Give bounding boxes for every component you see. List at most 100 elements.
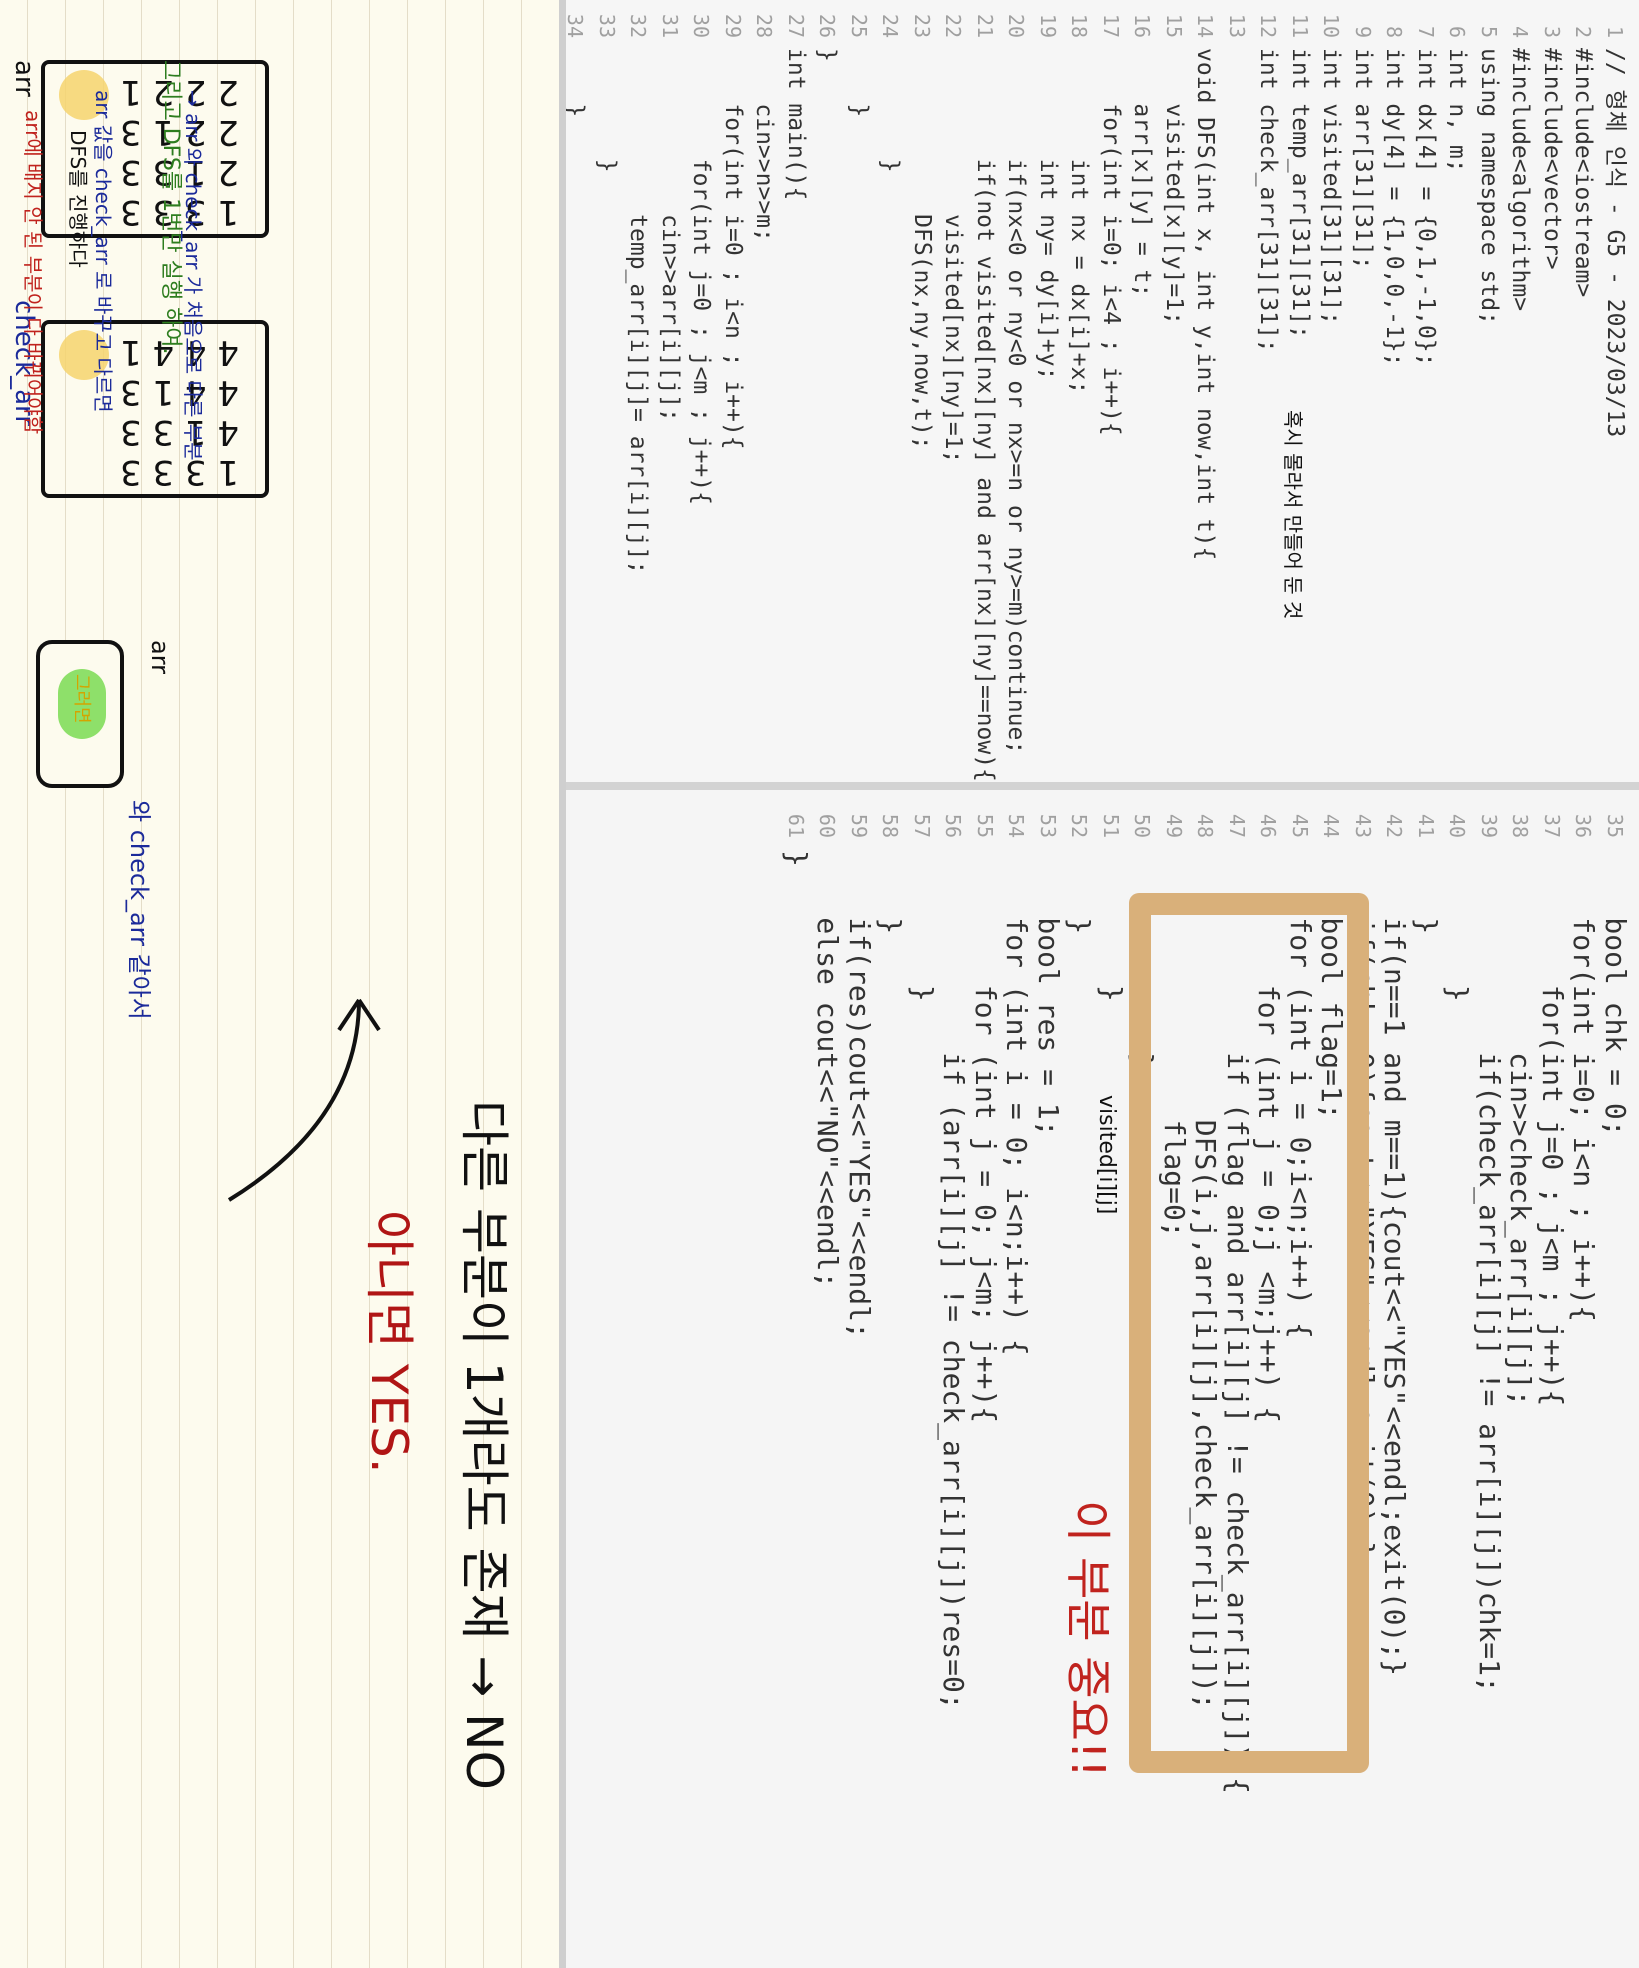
code-text: for(int i=0; i<4 ; i++){: [1098, 48, 1124, 436]
temp-array-note: 혹시 몰라서 만들어 둔 것: [1281, 410, 1305, 620]
code-text: cin>>arr[i][j];: [657, 48, 683, 422]
line-number: 3: [1540, 25, 1564, 38]
line-number: 29: [721, 13, 745, 38]
code-text: DFS(nx,ny,now,t);: [909, 48, 935, 450]
code-text: int visited[31][31];: [1318, 48, 1345, 325]
code-text: }: [1410, 850, 1443, 935]
region-label: arr: [146, 640, 174, 675]
line-number: 23: [910, 13, 934, 38]
line-number: 12: [1256, 13, 1281, 38]
line-number: 36: [1571, 813, 1596, 838]
code-text: int check_arr[31][31];: [1255, 48, 1282, 353]
pane-scroll-edge: [559, 0, 566, 1968]
code-text: if(res)cout<<"YES"<<endl;: [843, 850, 876, 1339]
line-number: 48: [1193, 813, 1218, 838]
line-number: 2: [1571, 25, 1596, 38]
code-text: }: [1063, 850, 1097, 935]
line-number: 14: [1193, 13, 1218, 38]
important-note: 이 부분 중요!!: [1061, 1500, 1115, 1778]
code-text: }: [1095, 850, 1128, 1002]
line-number: 27: [784, 13, 808, 38]
line-number: 9: [1351, 25, 1375, 38]
line-number: 56: [941, 813, 966, 838]
code-text: if (arr[i][j] != check_arr[i][j])res=0;: [937, 850, 971, 1710]
line-number: 50: [1130, 813, 1155, 838]
line-number: 35: [1603, 813, 1627, 838]
dfs-sub2: DFS를 진행하다: [66, 130, 90, 268]
code-text: using namespace std;: [1476, 48, 1502, 325]
line-number: 20: [1004, 13, 1029, 38]
line-number: 59: [847, 813, 871, 838]
line-number: 44: [1319, 813, 1344, 838]
line-number: 6: [1445, 25, 1470, 38]
code-text: if(not visited[nx][ny] and arr[nx][ny]==…: [972, 48, 998, 782]
line-number: 7: [1414, 25, 1438, 38]
dfs-note: 그리고 DFS를 1번만 실행 하여.: [158, 60, 183, 355]
code-text: int arr[31][31];: [1350, 48, 1376, 270]
arr-label: arr: [9, 60, 39, 97]
code-pane-left[interactable]: 1 // 형체 인식 - G5 - 2023/03/13 2 #include<ios…: [559, 0, 1639, 788]
line-number: 15: [1162, 13, 1186, 38]
line-number: 22: [941, 13, 966, 38]
code-text: void DFS(int x, int y,int now,int t){: [1192, 48, 1219, 561]
code-text: for(int j=0 ; j<m ; j++){: [688, 48, 715, 505]
code-text: cin>>n>>m;: [751, 48, 778, 242]
code-text: temp_arr[i][j]= arr[i][j];: [625, 48, 652, 575]
code-text: for(int j=0 ; j<m ; j++){: [1536, 850, 1569, 1407]
line-number: 47: [1225, 813, 1249, 838]
code-text: }: [780, 850, 813, 867]
code-text: arr[x][y] = t;: [1129, 48, 1156, 298]
region-sketch: 그러면: [36, 640, 124, 788]
line-number: 53: [1036, 813, 1060, 838]
code-text: for (int j = 0; j<m; j++){: [969, 850, 1002, 1424]
no-result-note: 다른 부분이 1개라도 존재 → NO: [455, 1100, 513, 1790]
line-number: 19: [1036, 13, 1060, 38]
line-number: 26: [815, 13, 840, 38]
line-number: 28: [752, 13, 777, 38]
dfs-sub1: arr 값을 check_arr 로 바꾸고 다르면: [91, 90, 115, 413]
code-text: #include<algorithm>: [1507, 48, 1534, 312]
line-number: 49: [1162, 813, 1186, 838]
line-number: 51: [1099, 813, 1123, 838]
code-text: int temp_arr[31][31];: [1287, 48, 1313, 339]
code-text: }: [814, 48, 841, 62]
code-pane-right[interactable]: 35 bool chk = 0; 36 for(int i=0; i<n ; i+…: [559, 788, 1639, 1968]
line-number: 17: [1099, 13, 1123, 38]
line-number: 37: [1540, 813, 1564, 838]
line-number: 32: [626, 13, 651, 38]
line-number: 41: [1414, 813, 1438, 838]
code-text: }: [846, 48, 872, 118]
code-text: for(int i=0; i<n ; i++){: [1567, 850, 1601, 1323]
code-text: else cout<<"NO"<<endl;: [811, 850, 845, 1289]
code-text: if(nx<0 or ny<0 or nx>=n or ny>=m)contin…: [1003, 48, 1030, 755]
code-text: int main(){: [783, 48, 809, 201]
line-number: 1: [1603, 25, 1627, 38]
code-text: cin>>check_arr[i][j];: [1504, 850, 1538, 1407]
line-number: 11: [1288, 13, 1312, 38]
line-number: 60: [815, 813, 840, 838]
line-number: 31: [658, 13, 682, 38]
yes-result-note: 아니면 YES.: [360, 1210, 418, 1474]
code-text: bool chk = 0;: [1599, 850, 1632, 1137]
pane-divider[interactable]: [559, 782, 1639, 790]
line-number: 18: [1067, 13, 1092, 38]
line-number: 4: [1508, 25, 1533, 38]
code-text: }: [877, 48, 904, 173]
region-text: 그러면: [71, 674, 92, 724]
line-number: 54: [1004, 813, 1029, 838]
line-number: 45: [1288, 813, 1312, 838]
code-text: int n, m;: [1444, 48, 1471, 173]
line-number: 46: [1256, 813, 1281, 838]
line-number: 5: [1477, 25, 1501, 38]
line-number: 10: [1319, 13, 1344, 38]
visited-note: visited[i][j]: [1094, 1095, 1119, 1215]
code-text: #include<iostream>: [1570, 48, 1597, 298]
line-number: 39: [1477, 813, 1501, 838]
code-text: int dx[4] = {0,1,-1,0};: [1413, 48, 1439, 367]
code-text: }: [1441, 850, 1475, 1002]
dfs-sub3: arr에 배지 안 된 부분이 다 바뀌어야함: [21, 110, 45, 435]
highlight-box: [1129, 893, 1369, 1773]
compare-note: 와 check_arr 같아서: [125, 800, 153, 1020]
line-number: 55: [973, 813, 997, 838]
code-text: visited[x][y]=1;: [1161, 48, 1187, 325]
